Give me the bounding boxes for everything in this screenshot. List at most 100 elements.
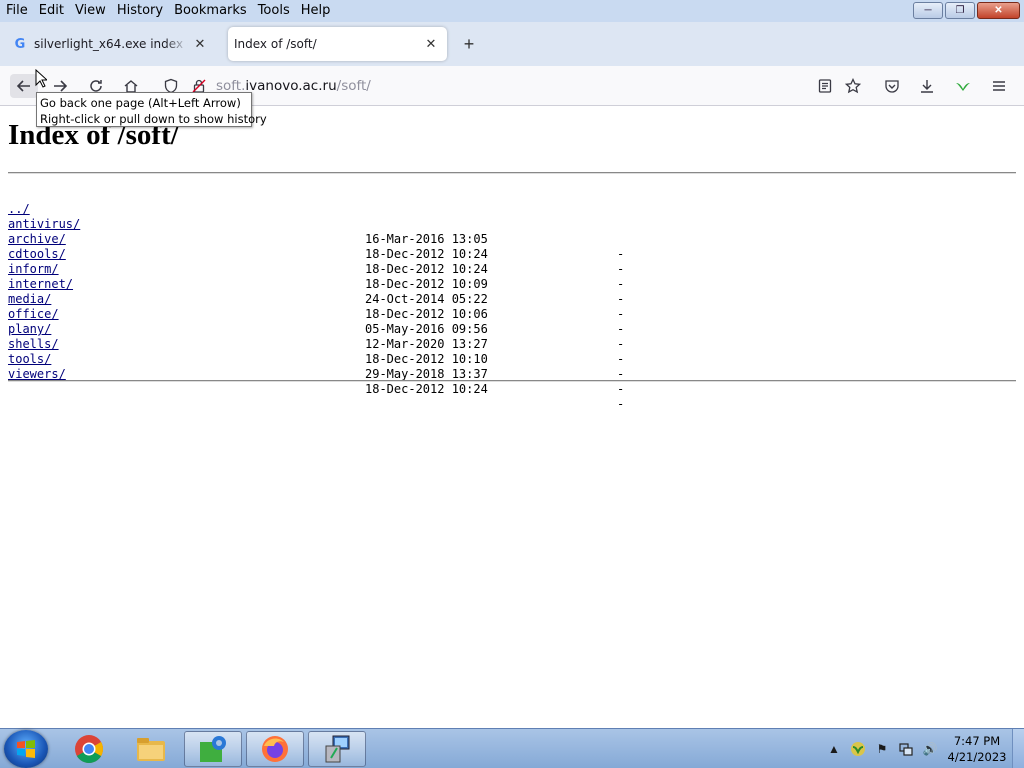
list-item: antivirus/ 16-Mar-2016 13:05 - [8, 202, 624, 261]
settings-gear-app-icon [200, 736, 226, 762]
system-clock[interactable]: 7:47 PM 4/21/2023 [942, 733, 1012, 765]
menu-view[interactable]: View [71, 1, 110, 21]
minimize-button[interactable]: ─ [913, 2, 943, 19]
file-explorer-icon [137, 738, 165, 761]
volume-icon[interactable]: 🔊 [921, 740, 939, 758]
list-item-parent: ../ [8, 187, 51, 216]
modified-date: 05-May-2016 09:56 [365, 322, 488, 336]
directory-listing: ../ antivirus/ 16-Mar-2016 13:05 - archi… [8, 187, 624, 411]
taskbar: ▲ ⚑ 🔊 7:47 PM 4/21/2023 [0, 728, 1024, 768]
list-item: shells/ 18-Dec-2012 10:10 - [8, 322, 624, 381]
modified-date: 18-Dec-2012 10:06 [365, 307, 488, 321]
star-icon [845, 78, 861, 94]
file-size: - [617, 262, 625, 276]
page-content: Index of /soft/ ../ antivirus/ 16-Mar-20… [0, 107, 1024, 728]
modified-date: 18-Dec-2012 10:24 [365, 262, 488, 276]
downloads-button[interactable] [915, 74, 939, 98]
file-size: - [617, 337, 625, 351]
system-tray: ▲ ⚑ 🔊 7:47 PM 4/21/2023 [822, 729, 1024, 768]
file-size: - [617, 382, 625, 396]
tab-google-search[interactable]: G silverlight_x64.exe index of - Google … [6, 27, 216, 61]
tab-index-of-soft[interactable]: Index of /soft/ ✕ [228, 27, 447, 61]
tooltip-line: Go back one page (Alt+Left Arrow) [40, 96, 241, 110]
taskbar-chrome[interactable] [60, 731, 118, 767]
list-item: viewers/ 18-Dec-2012 10:24 - [8, 352, 624, 411]
installer-app-icon [325, 735, 350, 763]
tab-close-button[interactable]: ✕ [423, 36, 439, 52]
firefox-icon [262, 736, 288, 762]
list-item: cdtools/ 18-Dec-2012 10:24 - [8, 232, 624, 291]
clock-date: 4/21/2023 [947, 750, 1007, 764]
tray-app-icon[interactable] [849, 740, 867, 758]
reader-view-button[interactable] [813, 74, 837, 98]
list-item: media/ 18-Dec-2012 10:06 - [8, 277, 624, 336]
plus-icon: + [463, 33, 475, 54]
pocket-button[interactable] [880, 74, 904, 98]
minimize-icon: ─ [924, 5, 932, 16]
modified-date: 24-Oct-2014 05:22 [365, 292, 488, 306]
list-item: plany/ 12-Mar-2020 13:27 - [8, 307, 624, 366]
pocket-icon [885, 80, 899, 93]
tab-close-button[interactable]: ✕ [192, 36, 208, 52]
taskbar-file-explorer[interactable] [122, 731, 180, 767]
modified-date: 18-Dec-2012 10:24 [365, 247, 488, 261]
modified-date: 18-Dec-2012 10:09 [365, 277, 488, 291]
menu-edit[interactable]: Edit [35, 1, 68, 21]
reader-view-icon [818, 79, 832, 93]
menu-help[interactable]: Help [297, 1, 335, 21]
file-size: - [617, 247, 625, 261]
divider [8, 172, 1016, 174]
menu-history[interactable]: History [113, 1, 167, 21]
file-size: - [617, 322, 625, 336]
arrow-left-icon [16, 80, 30, 92]
back-button[interactable] [10, 74, 38, 98]
start-button[interactable] [4, 730, 48, 768]
google-g-icon: G [14, 36, 26, 52]
clock-time: 7:47 PM [953, 734, 1001, 748]
tab-strip: G silverlight_x64.exe index of - Google … [0, 22, 1024, 66]
action-center-flag-icon[interactable]: ⚑ [873, 740, 891, 758]
tab-title: silverlight_x64.exe index of - Google [34, 37, 188, 51]
list-item: archive/ 18-Dec-2012 10:24 - [8, 217, 624, 276]
menu: File Edit View History Bookmarks Tools H… [0, 0, 337, 22]
taskbar-installer[interactable] [308, 731, 366, 767]
mouse-cursor-icon [35, 69, 47, 88]
modified-date: 18-Dec-2012 10:24 [365, 382, 488, 396]
show-hidden-icons-icon[interactable]: ▲ [825, 740, 843, 758]
file-size: - [617, 352, 625, 366]
tab-title: Index of /soft/ [234, 37, 317, 51]
menu-tools[interactable]: Tools [254, 1, 294, 21]
menu-bookmarks[interactable]: Bookmarks [170, 1, 251, 21]
file-size: - [617, 397, 625, 411]
bookmark-star-button[interactable] [841, 74, 865, 98]
modified-date: 18-Dec-2012 10:10 [365, 352, 488, 366]
close-window-button[interactable]: ✕ [977, 2, 1020, 19]
list-item: office/ 05-May-2016 09:56 - [8, 292, 624, 351]
file-size: - [617, 292, 625, 306]
list-item: internet/ 24-Oct-2014 05:22 - [8, 262, 624, 321]
hamburger-menu-icon [993, 81, 1005, 91]
address-bar[interactable]: soft. ivanovo.ac.ru/soft/ [216, 70, 866, 102]
taskbar-settings-app[interactable] [184, 731, 242, 767]
list-item: inform/ 18-Dec-2012 10:09 - [8, 247, 624, 306]
extension-button[interactable] [951, 74, 975, 98]
taskbar-firefox[interactable] [246, 731, 304, 767]
app-menu-button[interactable] [987, 74, 1011, 98]
modified-date: 16-Mar-2016 13:05 [365, 232, 488, 246]
menu-file[interactable]: File [2, 1, 32, 21]
show-desktop-button[interactable] [1012, 729, 1024, 768]
menu-bar: File Edit View History Bookmarks Tools H… [0, 0, 1024, 22]
window-controls: ─ ❐ ✕ [913, 2, 1020, 19]
divider [8, 380, 1016, 382]
url-host: ivanovo.ac.ru [245, 78, 337, 94]
file-size: - [617, 277, 625, 291]
chrome-icon [75, 735, 103, 763]
url-path: /soft/ [336, 78, 371, 94]
restore-button[interactable]: ❐ [945, 2, 975, 19]
tooltip-line: Right-click or pull down to show history [40, 112, 267, 126]
download-icon [921, 80, 933, 93]
close-icon: ✕ [994, 5, 1003, 16]
back-button-tooltip: Go back one page (Alt+Left Arrow) Right-… [36, 92, 267, 127]
network-icon[interactable] [897, 740, 915, 758]
new-tab-button[interactable]: + [459, 34, 479, 54]
